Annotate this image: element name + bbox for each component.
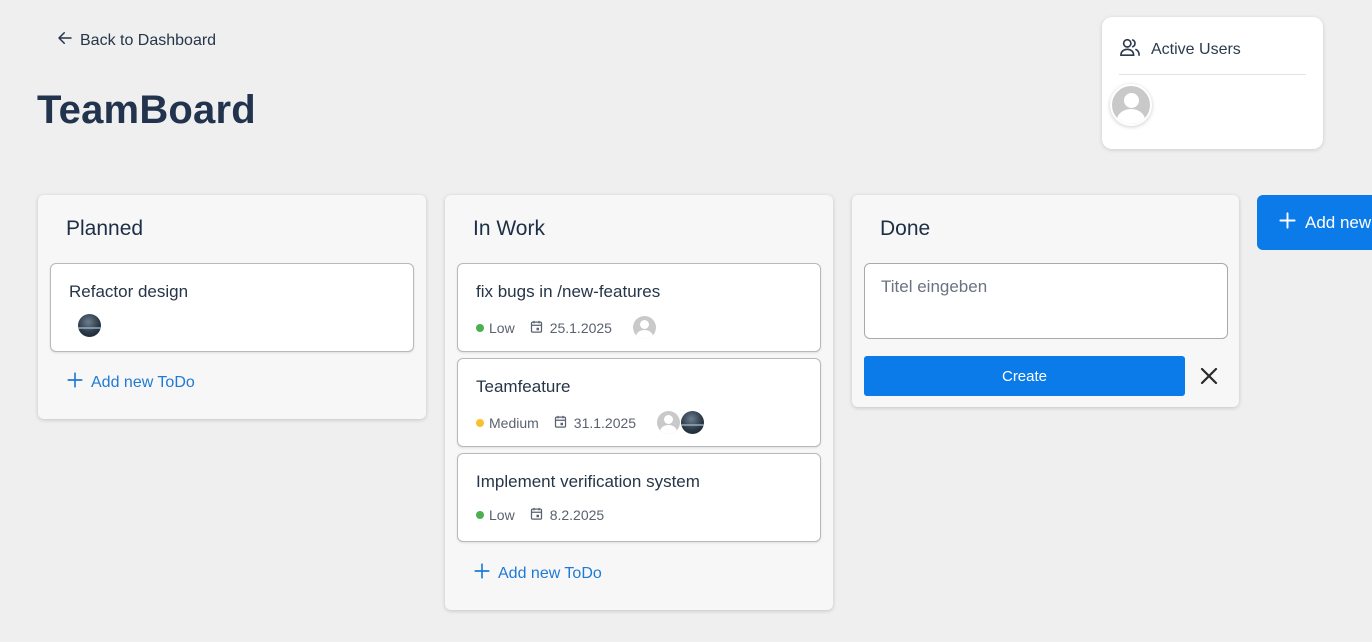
priority-dot-icon [476,511,484,519]
todo-card[interactable]: Refactor design [50,263,414,352]
due-date-label: 31.1.2025 [573,414,637,431]
active-user-avatar[interactable] [1110,84,1152,131]
add-todo-button[interactable]: Add new ToDo [66,371,195,394]
priority-indicator: Low [476,320,515,336]
plus-icon [66,371,84,394]
back-to-dashboard-link[interactable]: Back to Dashboard [56,29,216,52]
due-date: 8.2.2025 [529,506,605,524]
active-users-label: Active Users [1151,40,1241,58]
priority-dot-icon [476,418,484,427]
priority-dot-icon [476,323,484,332]
due-date-label: 8.2.2025 [549,507,605,523]
todo-card-meta [78,314,101,337]
todo-card-title: fix bugs in /new-features [476,282,661,301]
todo-card-title: Implement verification system [476,472,700,491]
priority-indicator: Medium [476,415,539,431]
column-in-work: In Work fix bugs in /new-features Low 25… [445,195,833,610]
todo-card-title: Refactor design [69,282,189,301]
teamboard-page: Back to Dashboard TeamBoard Active Users… [0,0,1372,642]
plus-icon [1278,211,1297,235]
column-title: Planned [66,217,144,240]
new-todo-title-input[interactable] [864,263,1228,339]
default-avatar-icon [657,411,681,434]
calendar-icon [529,506,544,524]
assignee-avatars [657,411,705,434]
close-icon[interactable] [1197,364,1221,388]
assignee-avatars [632,316,656,339]
arrow-left-icon [56,29,74,52]
photo-avatar-icon [78,314,101,337]
column-done: Done Create [852,195,1239,407]
priority-label: Medium [489,414,539,431]
calendar-icon [529,319,544,337]
todo-card[interactable]: Teamfeature Medium 31.1.2025 [457,358,821,447]
add-todo-label: Add new ToDo [91,373,195,391]
calendar-icon [553,414,568,432]
todo-card[interactable]: fix bugs in /new-features Low 25.1.2025 [457,263,821,352]
photo-avatar-icon [681,411,705,434]
users-icon [1119,37,1141,62]
plus-icon [473,562,491,585]
priority-label: Low [489,507,515,523]
todo-card-meta: Medium 31.1.2025 [476,411,705,434]
todo-card-title: Teamfeature [476,377,571,396]
due-date: 25.1.2025 [529,319,612,337]
active-users-header: Active Users [1119,37,1306,75]
priority-indicator: Low [476,507,515,523]
page-title: TeamBoard [37,88,256,132]
add-column-label: Add new [1305,212,1372,232]
todo-card[interactable]: Implement verification system Low 8.2.20… [457,453,821,542]
back-link-label: Back to Dashboard [80,31,217,49]
column-title: Done [880,217,931,240]
column-title: In Work [473,217,545,240]
todo-card-meta: Low 25.1.2025 [476,316,656,339]
add-column-button[interactable]: Add new [1257,195,1372,250]
add-todo-label: Add new ToDo [498,564,602,582]
todo-card-meta: Low 8.2.2025 [476,506,604,524]
active-users-panel: Active Users [1102,17,1323,149]
add-todo-button[interactable]: Add new ToDo [473,562,602,585]
due-date: 31.1.2025 [553,414,636,432]
default-avatar-icon [1110,84,1152,126]
priority-label: Low [489,319,515,336]
default-avatar-icon [632,316,656,339]
due-date-label: 25.1.2025 [549,319,612,336]
create-button[interactable]: Create [864,356,1185,396]
column-planned: Planned Refactor design Add new ToDo [38,195,426,419]
